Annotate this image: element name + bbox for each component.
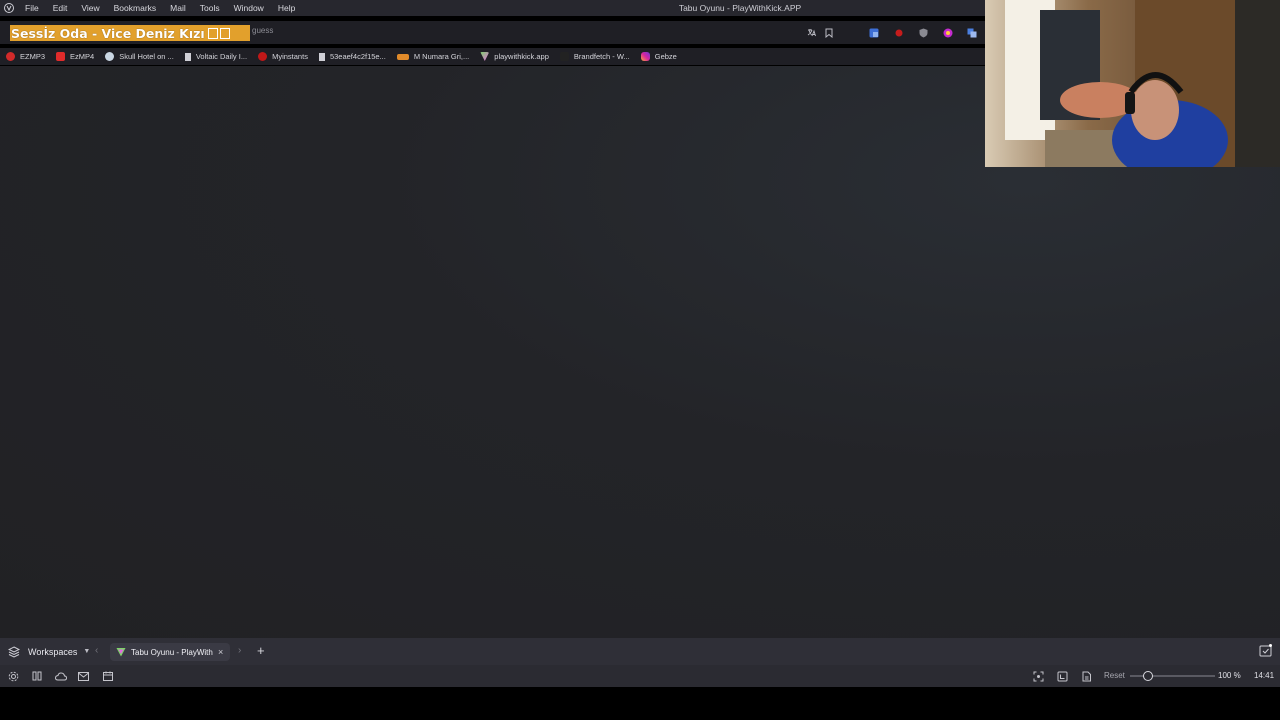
steam-icon <box>105 52 115 61</box>
tab-title: Tabu Oyunu - PlayWithKick.APP <box>131 647 213 657</box>
screen-margin <box>0 687 1280 720</box>
bookmark-label: EzMP4 <box>70 52 95 61</box>
colorful-extension-icon[interactable] <box>941 26 955 39</box>
chevron-down-icon[interactable]: ▼ <box>83 648 90 655</box>
tiling-icon[interactable] <box>1056 670 1069 682</box>
missing-glyph-box <box>207 27 218 39</box>
new-tab-button[interactable]: + <box>257 643 265 658</box>
menu-view[interactable]: View <box>74 0 106 16</box>
record-extension-icon[interactable] <box>892 26 906 39</box>
menu-mail[interactable]: Mail <box>163 0 193 16</box>
tab-active[interactable]: Tabu Oyunu - PlayWithKick.APP × <box>110 643 230 661</box>
menu-edit[interactable]: Edit <box>46 0 75 16</box>
workspaces-button[interactable]: Workspaces <box>28 647 77 657</box>
menu-file[interactable]: File <box>18 0 46 16</box>
webcam-overlay <box>985 0 1280 167</box>
bookmark-label: 53eaef4c2f15e... <box>329 52 386 61</box>
flo-icon <box>396 53 409 60</box>
zoom-reset-button[interactable]: Reset <box>1104 671 1125 680</box>
panel-toggle-icon[interactable] <box>31 670 44 682</box>
bookmark-label: Brandfetch - W... <box>573 52 630 61</box>
tab-bar: Workspaces ▼ ‹ Tabu Oyunu - PlayWithKick… <box>0 638 1280 665</box>
mail-icon[interactable] <box>77 670 90 682</box>
tab-scroll-right-icon[interactable]: › <box>238 645 241 656</box>
page-icon <box>184 52 191 61</box>
bookmark-label: Voltaic Daily I... <box>195 52 248 61</box>
bookmark-label: Myinstants <box>272 52 308 61</box>
bookmark-label: playwithkick.app <box>494 52 549 61</box>
bookmark-item[interactable]: EZMP3 <box>6 52 45 61</box>
bookmark-icon[interactable] <box>822 26 836 39</box>
bookmark-item[interactable]: EzMP4 <box>56 52 94 61</box>
menu-bookmarks[interactable]: Bookmarks <box>107 0 164 16</box>
bookmark-item[interactable]: Myinstants <box>258 52 308 61</box>
translate-extension-icon[interactable] <box>867 26 881 39</box>
settings-gear-icon[interactable] <box>7 670 20 682</box>
translate-icon[interactable] <box>804 26 818 39</box>
close-tab-icon[interactable]: × <box>218 647 223 657</box>
zoom-level: 100 % <box>1218 671 1241 680</box>
cloud-sync-icon[interactable] <box>54 670 67 682</box>
myinstants-icon <box>258 52 268 61</box>
missing-glyph-box <box>219 27 230 39</box>
url-text[interactable]: guess <box>252 26 273 35</box>
ezmp3-icon <box>6 52 15 61</box>
download-status-icon[interactable] <box>1259 644 1272 657</box>
stream-title-text: Sessİz Oda - Vice Deniz Kızı <box>11 25 205 41</box>
bookmark-label: M Numara Gri,... <box>413 52 470 61</box>
bookmark-label: EZMP3 <box>20 52 46 61</box>
bookmark-item[interactable]: Skull Hotel on ... <box>105 52 174 61</box>
tab-scroll-left-icon[interactable]: ‹ <box>95 645 98 656</box>
calendar-icon[interactable] <box>101 670 114 682</box>
window-extension-icon[interactable] <box>965 26 979 39</box>
bookmark-label: Skull Hotel on ... <box>119 52 174 61</box>
instagram-icon <box>640 52 650 61</box>
page-icon <box>318 52 325 61</box>
bookmark-item[interactable]: M Numara Gri,... <box>396 52 470 61</box>
shield-extension-icon[interactable] <box>916 26 930 39</box>
brandfetch-icon <box>559 52 569 61</box>
bookmark-item[interactable]: Brandfetch - W... <box>559 52 630 61</box>
bookmarks-bar: EZMP3 EzMP4 Skull Hotel on ... Voltaic Dail… <box>0 48 985 65</box>
menu-window[interactable]: Window <box>227 0 271 16</box>
bookmark-item[interactable]: Gebze <box>640 52 677 61</box>
bookmark-label: Gebze <box>654 52 677 61</box>
bookmark-item[interactable]: 53eaef4c2f15e... <box>318 52 386 61</box>
menu-tools[interactable]: Tools <box>193 0 227 16</box>
kick-icon <box>480 52 490 61</box>
vivaldi-menu-icon[interactable] <box>0 0 18 16</box>
clock: 14:41 <box>1254 671 1275 680</box>
bookmark-item[interactable]: playwithkick.app <box>480 52 549 61</box>
capture-icon[interactable] <box>1032 670 1045 682</box>
status-bar: Reset 100 % 14:41 <box>0 665 1280 687</box>
zoom-slider-thumb[interactable] <box>1143 671 1153 681</box>
menu-help[interactable]: Help <box>271 0 302 16</box>
ezmp4-icon <box>56 52 66 61</box>
workspaces-icon[interactable] <box>8 645 20 658</box>
window-title: Tabu Oyunu - PlayWithKick.APP <box>678 3 802 13</box>
stream-title-overlay: Sessİz Oda - Vice Deniz Kızı <box>10 25 250 41</box>
bookmark-item[interactable]: Voltaic Daily I... <box>184 52 248 61</box>
kick-favicon-icon <box>116 648 126 657</box>
page-actions-icon[interactable] <box>1080 670 1093 682</box>
